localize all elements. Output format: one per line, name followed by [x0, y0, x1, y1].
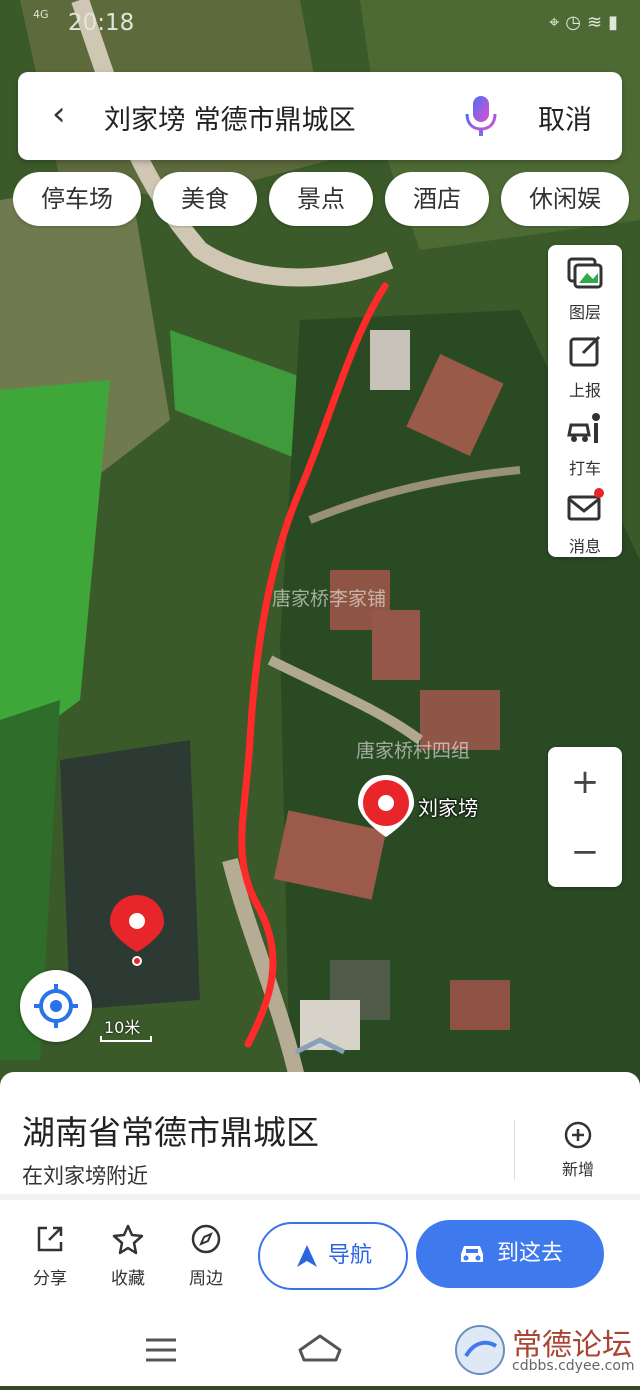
add-circle-icon	[564, 1121, 592, 1149]
tool-label: 图层	[568, 303, 601, 322]
section-separator	[0, 1194, 640, 1200]
cancel-button[interactable]: 取消	[538, 98, 592, 137]
share-button[interactable]: 分享	[20, 1222, 80, 1289]
star-icon	[112, 1224, 144, 1255]
nearby-button[interactable]: 周边	[176, 1222, 236, 1289]
chip-parking[interactable]: 停车场	[13, 172, 141, 226]
tool-layers[interactable]: 图层	[548, 245, 622, 323]
navigate-label: 导航	[327, 1243, 372, 1268]
locate-button[interactable]	[20, 970, 92, 1042]
divider	[514, 1120, 515, 1180]
navigate-button[interactable]: 导航	[258, 1222, 408, 1290]
add-label: 新增	[561, 1160, 594, 1179]
go-here-button[interactable]: 到这去	[416, 1220, 604, 1288]
share-icon	[37, 1226, 63, 1252]
chip-hotel[interactable]: 酒店	[385, 172, 489, 226]
map-label-li-jia-pu: 唐家桥李家铺	[272, 588, 387, 610]
tool-taxi[interactable]: 打车	[548, 401, 622, 479]
forum-logo-icon	[455, 1325, 505, 1375]
forum-watermark: 常德论坛 cdbbs.cdyee.com	[452, 1318, 638, 1382]
wifi-icon: ≋	[587, 12, 609, 33]
battery-icon: ▮	[608, 12, 624, 33]
go-here-label: 到这去	[496, 1241, 563, 1266]
action-label: 分享	[33, 1269, 67, 1289]
alarm-icon: ◷	[565, 12, 587, 33]
search-bar[interactable]: ‹ 刘家塝 常德市鼎城区 取消	[18, 72, 622, 160]
map-tools-panel: 图层 上报 打车 消息	[548, 245, 622, 557]
status-bar: 4G 20:18 ⌖◷≋▮	[0, 0, 640, 50]
home-icon[interactable]	[298, 1334, 342, 1362]
search-query[interactable]: 刘家塝 常德市鼎城区	[104, 98, 356, 137]
category-chips: 停车场 美食 景点 酒店 休闲娱	[13, 172, 640, 228]
message-icon	[567, 488, 604, 521]
map-view[interactable]: 唐家桥李家铺 唐家桥村四组 刘家塝	[0, 0, 640, 1090]
zoom-out-button[interactable]: −	[548, 817, 622, 887]
network-indicator: 4G	[33, 8, 49, 21]
notification-dot	[594, 488, 604, 498]
action-label: 收藏	[111, 1269, 145, 1289]
chip-attractions[interactable]: 景点	[269, 172, 373, 226]
tool-label: 上报	[568, 381, 601, 400]
zoom-controls: + −	[548, 747, 622, 887]
favorite-button[interactable]: 收藏	[98, 1222, 158, 1289]
microphone-icon[interactable]	[463, 94, 499, 138]
zoom-in-button[interactable]: +	[548, 747, 622, 817]
tool-report[interactable]: 上报	[548, 323, 622, 401]
place-title: 湖南省常德市鼎城区	[22, 1113, 319, 1152]
status-icons: ⌖◷≋▮	[549, 12, 624, 33]
menu-icon[interactable]	[146, 1338, 176, 1362]
navigation-arrow-icon	[296, 1245, 317, 1267]
satellite-imagery	[0, 0, 640, 1090]
tool-messages[interactable]: 消息	[548, 479, 622, 557]
tool-label: 消息	[568, 537, 601, 556]
map-label-si-zu: 唐家桥村四组	[356, 740, 471, 762]
car-icon	[460, 1246, 483, 1262]
chip-leisure[interactable]: 休闲娱	[501, 172, 629, 226]
crosshair-icon	[34, 984, 78, 1028]
tool-label: 打车	[568, 459, 601, 478]
add-place-button[interactable]: 新增	[548, 1120, 608, 1180]
location-icon: ⌖	[549, 12, 566, 33]
compass-icon	[191, 1224, 221, 1254]
back-arrow-icon[interactable]: ‹	[52, 94, 66, 134]
watermark-url: cdbbs.cdyee.com	[512, 1358, 635, 1374]
marker-label: 刘家塝	[418, 796, 478, 820]
place-subtitle: 在刘家塝附近	[22, 1164, 148, 1188]
taxi-icon	[567, 413, 600, 443]
chip-food[interactable]: 美食	[153, 172, 257, 226]
action-label: 周边	[189, 1269, 223, 1289]
scale-label: 10米	[104, 1018, 141, 1037]
report-icon	[569, 335, 601, 367]
status-time: 20:18	[68, 10, 135, 36]
layers-icon	[567, 257, 603, 289]
scale-bar	[100, 1036, 152, 1042]
